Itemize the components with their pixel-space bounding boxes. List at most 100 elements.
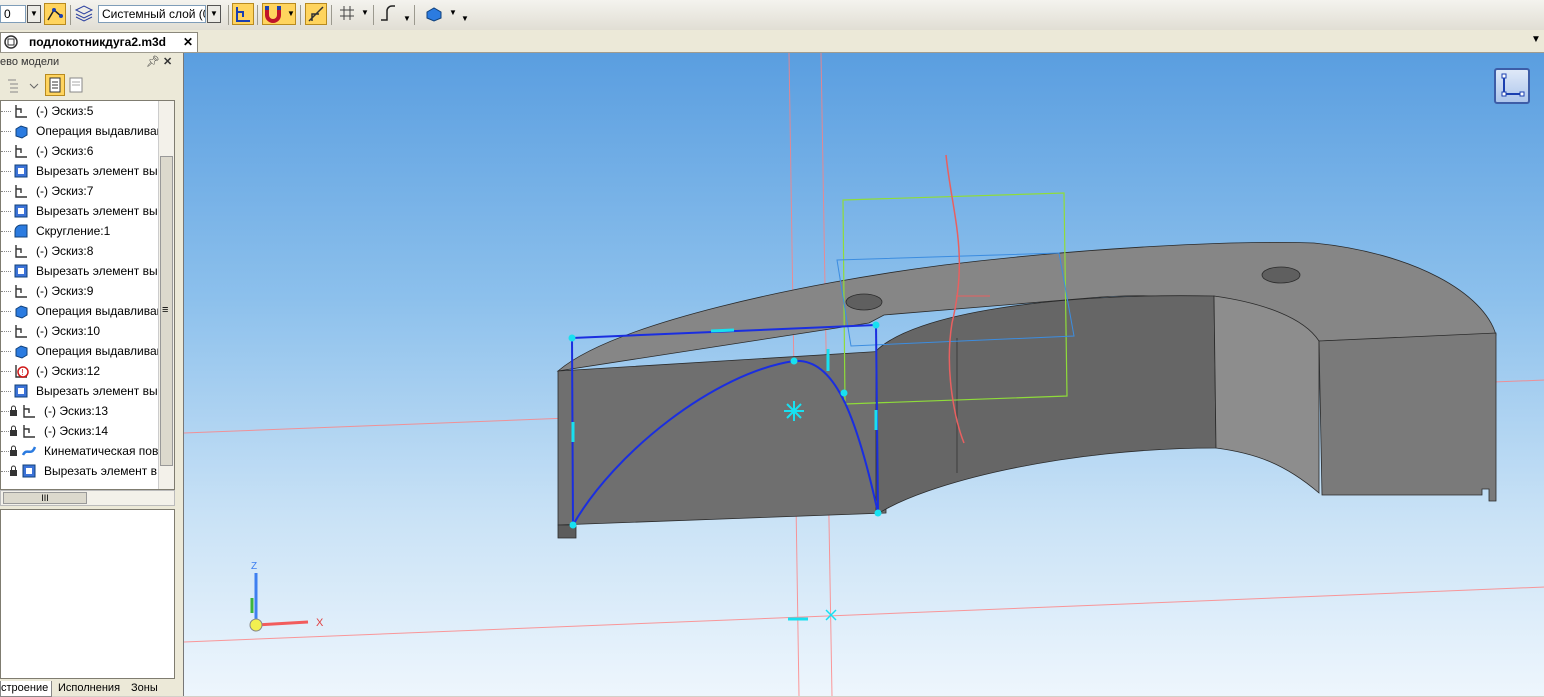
tree-item[interactable]: Операция выдавливан	[1, 121, 161, 141]
tree-vertical-scrollbar[interactable]: ≡	[158, 101, 174, 489]
tree-item-label: (-) Эскиз:13	[44, 404, 109, 418]
grid-dropdown-icon[interactable]: ▼	[361, 8, 369, 17]
axis-z-label: Z	[251, 561, 257, 572]
close-icon[interactable]: ✕	[163, 55, 172, 68]
tree-item[interactable]: (-) Эскиз:9	[1, 281, 161, 301]
view-style-dropdown-icon[interactable]: ▼	[449, 8, 457, 17]
tree-item[interactable]: Вырезать элемент вы	[1, 381, 161, 401]
tree-item-label: Кинематическая пов	[44, 444, 159, 458]
toolbar-overflow-icon[interactable]: ▼	[461, 14, 469, 23]
tree-item[interactable]: ! (-) Эскиз:12	[1, 361, 161, 381]
tree-item[interactable]: Операция выдавливан	[1, 301, 161, 321]
tree-item-label: (-) Эскиз:5	[36, 104, 94, 118]
tree-connector	[1, 271, 11, 272]
tree-item[interactable]: (-) Эскиз:6	[1, 141, 161, 161]
axis-x-label: X	[316, 617, 324, 629]
magnet-button[interactable]: ▼	[262, 3, 296, 25]
snap-icon	[47, 8, 63, 21]
orthogonal-button[interactable]	[305, 3, 327, 25]
layer-combo-dropdown-icon[interactable]: ▼	[207, 5, 221, 23]
tree-item-label: Вырезать элемент вы	[36, 264, 158, 278]
tree-item[interactable]: (-) Эскиз:5	[1, 101, 161, 121]
grid-button[interactable]	[337, 3, 359, 25]
scroll-marker: ≡	[162, 304, 169, 316]
tree-item-label: Операция выдавливан	[36, 124, 161, 138]
3d-model	[556, 241, 1497, 539]
lock-icon	[10, 465, 17, 476]
tree-item-label: (-) Эскиз:6	[36, 144, 94, 158]
tab-executions[interactable]: Исполнения	[58, 681, 120, 696]
tree-item[interactable]: Вырезать элемент в	[1, 461, 161, 481]
tab-zones[interactable]: Зоны	[131, 681, 158, 696]
model-tree-panel: ево модели 📌︎ ✕ Вырезать элемент в Кинема…	[0, 53, 183, 697]
tree-item-label: Вырезать элемент в	[44, 464, 157, 478]
layer-button[interactable]	[74, 3, 96, 25]
snap-button[interactable]	[44, 3, 66, 25]
lock-icon	[10, 445, 17, 456]
round-button[interactable]	[378, 3, 400, 25]
cut-icon	[14, 384, 28, 398]
tree-item[interactable]: Вырезать элемент вы	[1, 201, 161, 221]
cut-icon	[14, 204, 28, 218]
tree-item[interactable]: Вырезать элемент вы	[1, 261, 161, 281]
tree-connector	[1, 371, 11, 372]
extrude-icon	[15, 345, 28, 359]
tree-item-label: (-) Эскиз:10	[36, 324, 101, 338]
close-icon[interactable]: ✕	[183, 33, 193, 51]
tree-item[interactable]: Вырезать элемент вы	[1, 161, 161, 181]
model-inner-face	[875, 295, 1217, 516]
tree-item-label: Вырезать элемент вы	[36, 164, 158, 178]
tab-list-dropdown-icon[interactable]: ▼	[1531, 34, 1541, 45]
hole-left	[845, 293, 883, 311]
sketch-icon	[15, 285, 27, 298]
layer-combo[interactable]: Системный слой (0)	[98, 5, 206, 23]
3d-viewport[interactable]: X Z	[183, 53, 1544, 696]
main-toolbar: 0 ▼ Системный слой (0) ▼ ▼ ▼ ▼ ▼ ▼	[0, 0, 1544, 31]
tree-item[interactable]: Скругление:1	[1, 221, 161, 241]
document-tab[interactable]: подлокотникдуга2.m3d ✕	[0, 32, 198, 52]
tree-item[interactable]: (-) Эскиз:13	[1, 401, 161, 421]
sketch-icon	[15, 105, 27, 118]
panel-title: ево модели 📌︎ ✕	[0, 55, 180, 71]
sketch-mode-button[interactable]	[232, 3, 254, 25]
tree-item[interactable]: (-) Эскиз:8	[1, 241, 161, 261]
sketch-icon	[15, 245, 27, 258]
sketch-mode-icon	[236, 7, 250, 22]
tree-item[interactable]: (-) Эскиз:7	[1, 181, 161, 201]
toolbar-separator	[228, 5, 229, 25]
cut-icon	[22, 464, 36, 478]
toolbar-separator	[70, 5, 71, 25]
grid-icon	[340, 6, 354, 20]
tab-structure[interactable]: строение	[0, 681, 52, 697]
hole-right	[1261, 266, 1301, 284]
tree-item[interactable]: Операция выдавливан	[1, 341, 161, 361]
tree-hscroll-thumb[interactable]: III	[3, 492, 87, 504]
tree-list-icon[interactable]	[67, 75, 87, 95]
sketch-icon	[23, 405, 35, 418]
number-field-dropdown-icon[interactable]: ▼	[27, 5, 41, 23]
tree-structure-button[interactable]	[45, 74, 65, 96]
number-field[interactable]: 0	[0, 5, 26, 23]
toolbar-separator	[300, 5, 301, 25]
toolbar-overflow-icon[interactable]: ▼	[403, 14, 411, 23]
extrude-icon	[15, 305, 28, 319]
tree-connector	[1, 251, 11, 252]
tree-connector	[1, 291, 11, 292]
tree-item[interactable]: (-) Эскиз:10	[1, 321, 161, 341]
sketch-icon	[15, 185, 27, 198]
tree-horizontal-scrollbar[interactable]: III	[0, 490, 175, 506]
view-orientation-button[interactable]	[1494, 68, 1530, 104]
tree-connector	[1, 391, 11, 392]
orientation-icon	[1501, 73, 1525, 97]
tree-item-label: Вырезать элемент вы	[36, 384, 158, 398]
magnet-dropdown-icon[interactable]: ▼	[287, 9, 295, 18]
view-style-button[interactable]	[424, 3, 446, 25]
tree-connector	[1, 211, 11, 212]
model-front-face	[557, 350, 887, 526]
tree-item[interactable]: Кинематическая пов	[1, 441, 161, 461]
pin-icon[interactable]: 📌︎	[146, 55, 160, 68]
kinematic-icon	[21, 446, 37, 456]
tree-item-label: (-) Эскиз:9	[36, 284, 94, 298]
tree-view-mode-icon[interactable]	[4, 75, 40, 97]
tree-item[interactable]: (-) Эскиз:14	[1, 421, 161, 441]
